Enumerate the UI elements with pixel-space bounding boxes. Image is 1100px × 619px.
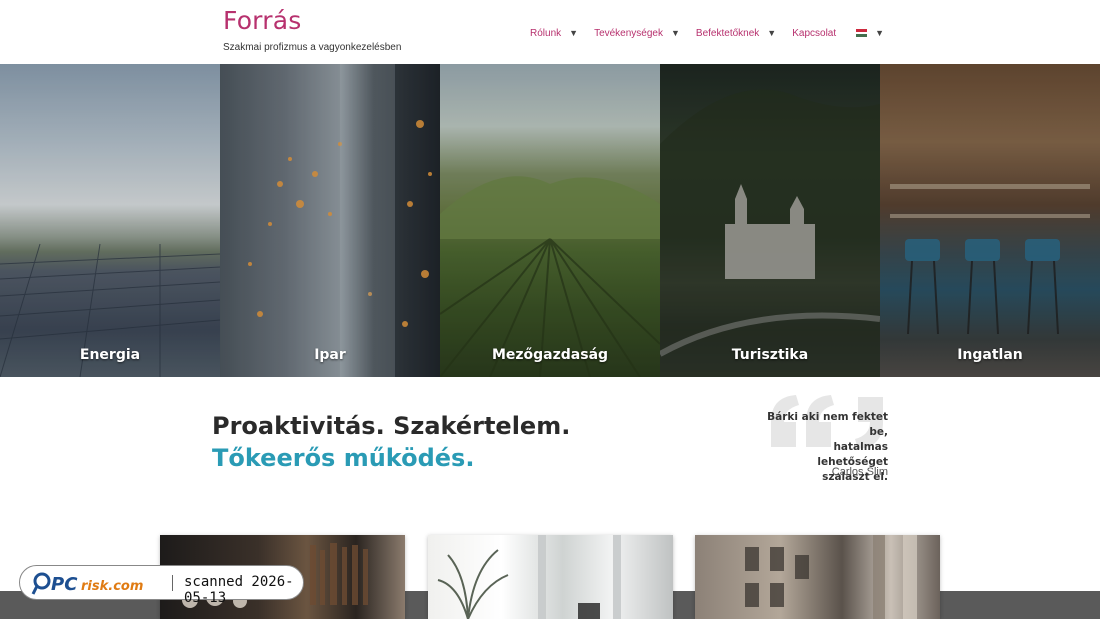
- sector-label: Ingatlan: [957, 347, 1023, 363]
- tile-overlay: [220, 64, 440, 377]
- sector-label: Energia: [79, 347, 141, 363]
- nav-item-label: Kapcsolat: [792, 27, 837, 39]
- scan-watermark: PC risk.com scanned 2026-05-13: [19, 565, 304, 606]
- nav-item-label: Befektetőknek: [695, 27, 760, 39]
- svg-text:PC: PC: [51, 574, 78, 595]
- headline-primary: Proaktivitás. Szakértelem.: [212, 412, 571, 440]
- tile-overlay: [440, 64, 660, 377]
- nav-item-label: Tevékenységek: [594, 27, 663, 39]
- sector-tiles: Energia Ipar Mezőgazdaság Turisztika Ing…: [0, 64, 1100, 377]
- watermark-text: scanned 2026-05-13: [184, 574, 294, 606]
- language-switcher[interactable]: ▼: [856, 28, 884, 38]
- nav-item-befektetoknek[interactable]: Befektetőknek ▼: [696, 28, 776, 39]
- nav-item-kapcsolat[interactable]: Kapcsolat: [792, 28, 836, 39]
- sector-tile-turisztika[interactable]: Turisztika: [660, 64, 880, 377]
- tile-overlay: [660, 64, 880, 377]
- watermark-separator: [172, 575, 173, 591]
- sector-tile-mezogazdasag[interactable]: Mezőgazdaság: [440, 64, 660, 377]
- nav-item-rolunk[interactable]: Rólunk ▼: [530, 28, 578, 39]
- quote-line: Bárki aki nem fektet be,: [767, 411, 888, 438]
- sector-tile-ipar[interactable]: Ipar: [220, 64, 440, 377]
- sector-tile-ingatlan[interactable]: Ingatlan: [880, 64, 1100, 377]
- svg-text:risk.com: risk.com: [81, 579, 143, 594]
- sector-label: Ipar: [314, 347, 346, 363]
- office-plant-image: [437, 535, 621, 619]
- page: Forrás Szakmai profizmus a vagyonkezelés…: [0, 0, 1100, 619]
- hungary-flag-icon: [856, 29, 868, 37]
- sector-tile-energia[interactable]: Energia: [0, 64, 220, 377]
- industrial-building-image: [745, 535, 917, 619]
- feature-card-industrial[interactable]: [695, 535, 940, 619]
- site-logo[interactable]: Forrás: [223, 6, 301, 35]
- site-header: Forrás Szakmai profizmus a vagyonkezelés…: [0, 0, 1100, 64]
- nav-item-label: Rólunk: [530, 27, 562, 39]
- site-tagline: Szakmai profizmus a vagyonkezelésben: [223, 42, 402, 53]
- caret-down-icon: ▼: [875, 28, 885, 38]
- tile-overlay: [880, 64, 1100, 377]
- pcrisk-logo-icon: PC risk.com: [31, 572, 143, 595]
- sector-label: Mezőgazdaság: [491, 347, 609, 363]
- feature-card-office[interactable]: [428, 535, 673, 619]
- headline-accent: Tőkeerős működés.: [212, 444, 475, 472]
- sector-label: Turisztika: [731, 347, 809, 363]
- quote-author: Carlos Slim: [831, 466, 888, 478]
- caret-down-icon: ▼: [671, 28, 680, 38]
- main-nav: Rólunk ▼ Tevékenységek ▼ Befektetőknek ▼…: [530, 25, 884, 41]
- nav-item-tevekenysegek[interactable]: Tevékenységek ▼: [594, 28, 680, 39]
- caret-down-icon: ▼: [767, 28, 777, 38]
- tile-overlay: [0, 64, 220, 377]
- caret-down-icon: ▼: [569, 28, 579, 38]
